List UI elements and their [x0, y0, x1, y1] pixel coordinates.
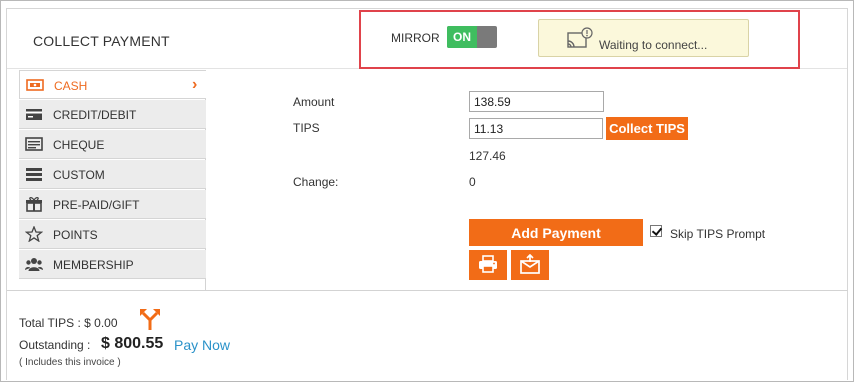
members-icon	[25, 258, 43, 271]
collect-tips-button[interactable]: Collect TIPS	[606, 117, 688, 140]
mirror-toggle[interactable]: ON	[447, 26, 497, 48]
print-button[interactable]	[469, 250, 507, 280]
sidebar-item-cheque[interactable]: CHEQUE	[19, 130, 206, 159]
page-title: COLLECT PAYMENT	[33, 33, 170, 49]
sidebar-item-credit-debit[interactable]: CREDIT/DEBIT	[19, 100, 206, 129]
sidebar-item-label: POINTS	[53, 228, 98, 242]
change-label: Change:	[293, 175, 339, 189]
change-value: 0	[469, 175, 476, 189]
skip-tips-label: Skip TIPS Prompt	[670, 227, 766, 241]
add-payment-button[interactable]: Add Payment	[469, 219, 643, 246]
credit-card-icon	[26, 109, 42, 120]
sidebar-item-prepaid-gift[interactable]: PRE-PAID/GIFT	[19, 190, 206, 219]
payment-method-sidebar: CASH › CREDIT/DEBIT CHEQUE CUSTOM PRE-PA…	[19, 70, 206, 291]
includes-invoice-note: ( Includes this invoice )	[19, 357, 121, 368]
sidebar-item-label: MEMBERSHIP	[53, 258, 134, 272]
custom-icon	[26, 168, 42, 181]
cash-icon	[26, 79, 44, 91]
sidebar-item-cash[interactable]: CASH ›	[19, 70, 206, 99]
sidebar-item-custom[interactable]: CUSTOM	[19, 160, 206, 189]
sidebar-item-label: CUSTOM	[53, 168, 105, 182]
chevron-right-icon: ›	[192, 76, 198, 93]
sidebar-item-label: CHEQUE	[53, 138, 105, 152]
star-icon	[25, 226, 43, 242]
pay-now-link[interactable]: Pay Now	[174, 337, 230, 353]
cheque-icon	[25, 137, 43, 151]
subtotal-value: 127.46	[469, 149, 506, 163]
sidebar-item-label: CASH	[54, 79, 88, 93]
tips-input[interactable]	[469, 118, 603, 139]
cast-icon	[567, 27, 593, 48]
split-icon[interactable]	[139, 307, 161, 331]
tips-label: TIPS	[293, 121, 320, 135]
skip-tips-checkbox[interactable]	[650, 225, 662, 237]
outstanding-label: Outstanding :	[19, 338, 91, 352]
email-icon	[520, 253, 540, 274]
content-divider	[7, 290, 848, 291]
amount-label: Amount	[293, 95, 335, 109]
outstanding-amount: $ 800.55	[101, 335, 164, 352]
printer-icon	[479, 254, 497, 273]
sidebar-item-points[interactable]: POINTS	[19, 220, 206, 249]
sidebar-item-membership[interactable]: MEMBERSHIP	[19, 250, 206, 279]
total-tips-text: Total TIPS : $ 0.00	[19, 316, 118, 330]
amount-input[interactable]	[469, 91, 604, 112]
connection-status-box: Waiting to connect...	[538, 19, 749, 57]
mirror-label: MIRROR	[391, 31, 440, 45]
connection-status-text: Waiting to connect...	[599, 38, 708, 52]
mirror-toggle-on-label: ON	[447, 26, 477, 48]
email-receipt-button[interactable]	[511, 250, 549, 280]
sidebar-item-label: CREDIT/DEBIT	[53, 108, 137, 122]
gift-icon	[26, 197, 42, 212]
sidebar-item-label: PRE-PAID/GIFT	[53, 198, 140, 212]
